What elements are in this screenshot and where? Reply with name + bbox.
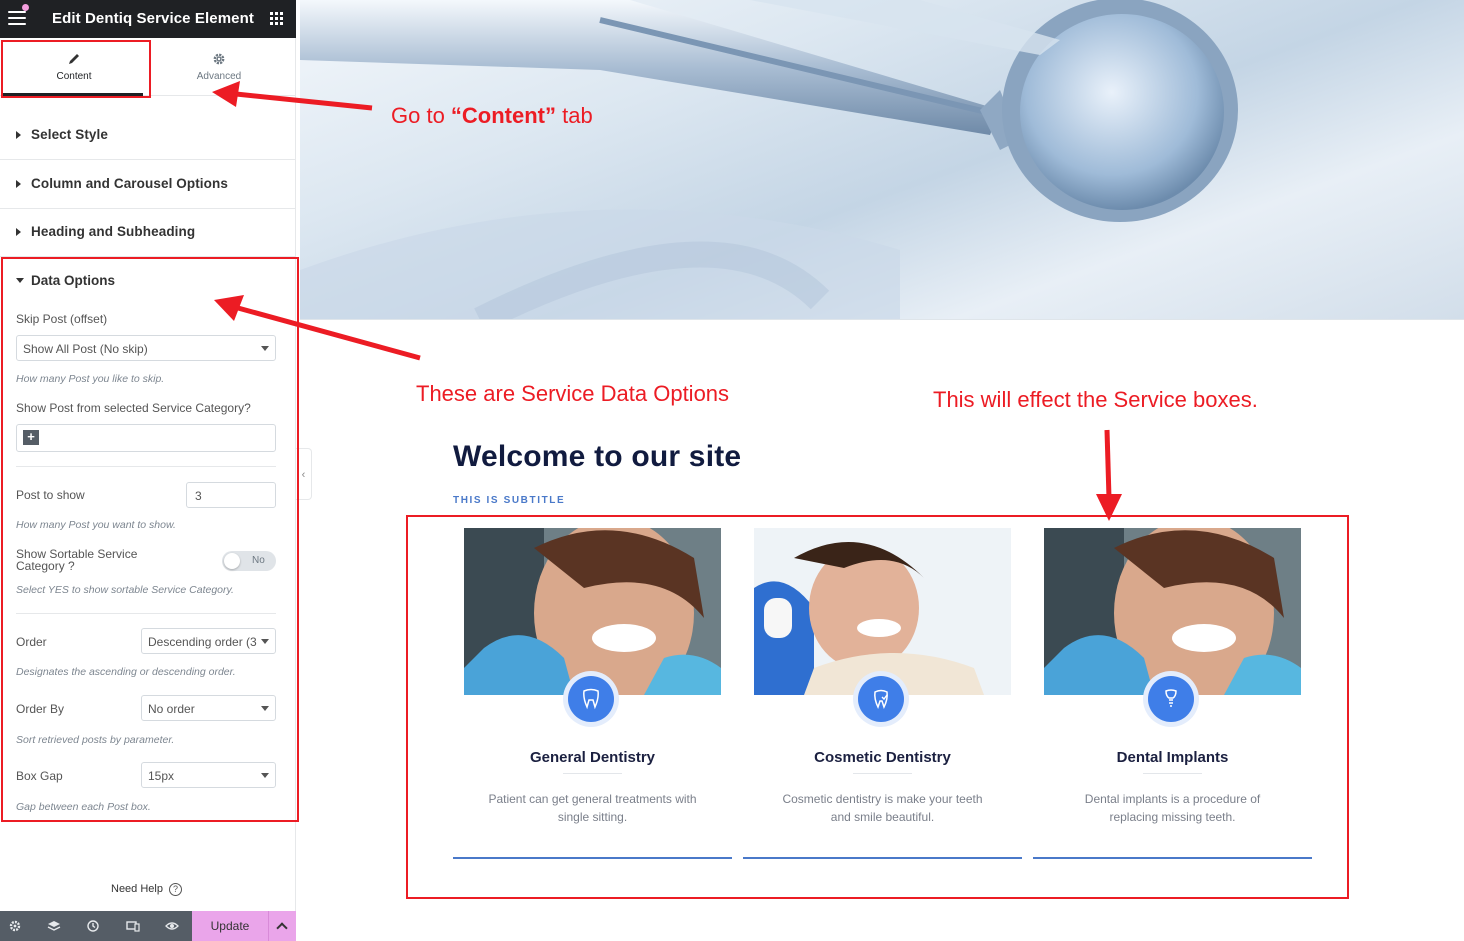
need-help-link[interactable]: Need Help? [111, 883, 182, 896]
service-boxes-highlight [406, 515, 1349, 899]
update-button[interactable]: Update [192, 911, 268, 941]
note-text: tab [556, 103, 593, 128]
navigator-layers-icon[interactable] [47, 919, 61, 933]
update-options-button[interactable] [268, 911, 296, 941]
caret-right-icon [16, 131, 21, 139]
chevron-up-icon [276, 922, 288, 934]
section-label: Select Style [31, 127, 108, 142]
section-select-style[interactable]: Select Style [0, 112, 296, 160]
notification-dot [22, 4, 29, 11]
section-heading-subheading[interactable]: Heading and Subheading [0, 209, 296, 257]
section-column-carousel[interactable]: Column and Carousel Options [0, 161, 296, 209]
data-options-highlight [1, 257, 299, 822]
settings-icon[interactable] [8, 919, 22, 933]
note-text: Go to [391, 103, 451, 128]
note-bold-text: “Content” [450, 103, 557, 128]
need-help-label: Need Help [111, 883, 163, 895]
tab-advanced-label: Advanced [196, 71, 242, 82]
preview-subtitle: THIS IS SUBTITLE [453, 495, 566, 506]
help-circle-icon: ? [168, 883, 182, 896]
service-boxes-note: This will effect the Service boxes. [933, 387, 1258, 412]
arrow-to-service-boxes [1104, 429, 1112, 499]
editor-topbar: Edit Dentiq Service Element [0, 0, 296, 38]
content-tab-note: Go to “Content” tab [391, 103, 593, 129]
hero-dental-mirror-image [300, 0, 1464, 320]
caret-right-icon [16, 228, 21, 236]
preview-heading: Welcome to our site [453, 440, 742, 473]
preview-eye-icon[interactable] [165, 919, 179, 933]
section-label: Column and Carousel Options [31, 176, 228, 191]
hamburger-menu-icon[interactable] [8, 11, 26, 27]
responsive-mode-icon[interactable] [126, 919, 140, 933]
data-options-note: These are Service Data Options [416, 381, 730, 406]
editor-title: Edit Dentiq Service Element [52, 10, 254, 27]
section-label: Heading and Subheading [31, 224, 196, 239]
content-tab-highlight [1, 40, 151, 98]
tab-advanced[interactable]: Advanced [145, 38, 293, 96]
history-icon[interactable] [86, 919, 100, 933]
gear-icon [212, 52, 226, 66]
widgets-grid-icon[interactable] [270, 12, 283, 25]
caret-right-icon [16, 180, 21, 188]
